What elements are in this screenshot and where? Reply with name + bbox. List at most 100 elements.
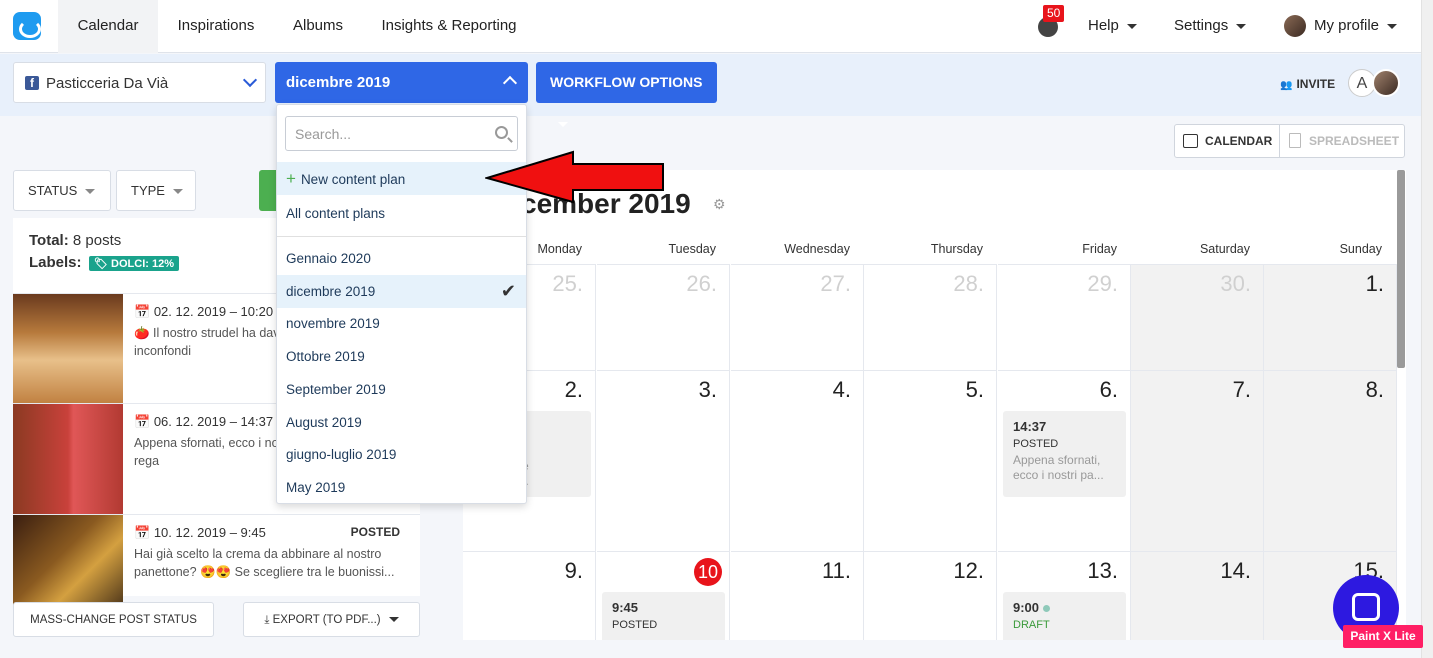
event-status: POSTED (1013, 438, 1059, 450)
day-cell[interactable]: 12. (864, 551, 997, 640)
day-cell[interactable]: 27. (731, 264, 864, 370)
day-cell[interactable]: 29. (998, 264, 1131, 370)
draft-dot-icon (1043, 605, 1051, 613)
day-cell[interactable]: 3. (597, 370, 730, 551)
month-selector[interactable]: dicembre 2019 (275, 62, 528, 103)
calendar-event[interactable]: 14:37 POSTED Appena sfornati, ecco i nos… (1003, 411, 1126, 497)
day-cell[interactable]: 7. (1131, 370, 1264, 551)
spreadsheet-view-button[interactable]: SPREADSHEET (1281, 125, 1405, 157)
event-status: DRAFT (1013, 619, 1050, 631)
export-button[interactable]: ⤓ EXPORT (TO PDF...) (243, 602, 420, 637)
nav-albums[interactable]: Albums (282, 0, 354, 53)
type-filter[interactable]: TYPE (116, 170, 196, 211)
calendar-view-button[interactable]: CALENDAR (1175, 125, 1280, 157)
user-avatar[interactable] (1372, 69, 1400, 97)
month-option[interactable]: May 2019 (277, 471, 526, 504)
label-tag[interactable]: 🏷 DOLCI: 12% (89, 256, 179, 271)
download-icon: ⤓ (264, 614, 273, 626)
day-number: 11. (822, 558, 851, 583)
page-selector[interactable]: f Pasticceria Da Vià (13, 62, 266, 103)
day-cell[interactable]: 6. 14:37 POSTED Appena sfornati, ecco i … (998, 370, 1131, 551)
workflow-label: WORKFLOW OPTIONS (550, 74, 703, 90)
calendar-icon: 📅 (134, 525, 154, 540)
search-input[interactable] (286, 117, 476, 150)
calendar-icon: 📅 (134, 414, 154, 429)
day-header: Saturday (1199, 242, 1250, 256)
paint-x-lite-watermark: Paint X Lite (1343, 625, 1423, 648)
calendar-event[interactable]: 9:45 POSTED (602, 592, 725, 640)
day-cell[interactable]: 5. (864, 370, 997, 551)
workflow-options-button[interactable]: WORKFLOW OPTIONS (536, 62, 717, 127)
post-thumbnail (13, 404, 123, 514)
month-option[interactable]: novembre 2019 (277, 307, 526, 340)
post-date: 📅 02. 12. 2019 – 10:20 (134, 304, 273, 320)
nav-inspirations[interactable]: Inspirations (165, 0, 267, 53)
checkmark-icon: ✔ (500, 281, 516, 301)
top-navigation: Calendar Inspirations Albums Insights & … (0, 0, 1421, 53)
day-number: 13. (1087, 558, 1118, 583)
event-time: 14:37 (1013, 419, 1047, 434)
mass-change-status-button[interactable]: MASS-CHANGE POST STATUS (13, 602, 214, 637)
nav-insights-reporting[interactable]: Insights & Reporting (370, 0, 528, 53)
day-cell[interactable]: 13. 9:00 DRAFT (998, 551, 1131, 640)
status-filter-label: STATUS (28, 183, 78, 198)
month-option-selected[interactable]: dicembre 2019 ✔ (277, 275, 526, 308)
app-logo[interactable] (13, 12, 41, 40)
tag-icon: 🏷 (94, 258, 108, 270)
day-number: 29. (1087, 271, 1118, 296)
chevron-down-icon (1387, 23, 1398, 29)
calendar-scrollbar[interactable] (1397, 170, 1405, 368)
total-label: Total: (29, 232, 69, 249)
day-number: 1. (1365, 271, 1384, 296)
total-posts: Total: 8 posts (29, 232, 121, 249)
status-filter[interactable]: STATUS (13, 170, 111, 211)
day-cell[interactable]: 28. (864, 264, 997, 370)
calendar-grid: cember 2019 ⚙ Monday Tuesday Wednesday T… (463, 170, 1406, 640)
day-cell[interactable]: 4. (731, 370, 864, 551)
settings-menu[interactable]: Settings (1174, 0, 1254, 53)
gear-icon[interactable]: ⚙ (713, 196, 726, 213)
chevron-up-icon (502, 75, 518, 91)
month-label: dicembre 2019 (286, 74, 391, 91)
day-number: 12. (953, 558, 984, 583)
day-cell[interactable]: 1. (1264, 264, 1397, 370)
today-marker: 10 (694, 558, 722, 586)
profile-label: My profile (1314, 17, 1380, 34)
month-option[interactable]: August 2019 (277, 406, 526, 439)
day-cell[interactable]: 8. (1264, 370, 1397, 551)
type-filter-label: TYPE (131, 183, 165, 198)
page-scrollbar[interactable] (1421, 0, 1433, 658)
chevron-down-icon (242, 72, 258, 88)
day-number: 30. (1220, 271, 1251, 296)
month-option[interactable]: giugno-luglio 2019 (277, 438, 526, 471)
day-cell[interactable]: 26. (597, 264, 730, 370)
day-number: 25. (552, 271, 583, 296)
labels-label: Labels: (29, 254, 82, 271)
profile-menu[interactable]: My profile (1314, 0, 1404, 53)
day-number: 27. (820, 271, 851, 296)
day-number: 2. (564, 377, 583, 402)
month-option[interactable]: Gennaio 2020 (277, 242, 526, 275)
search-icon (495, 126, 508, 139)
calendar-event[interactable]: 9:00 DRAFT (1003, 592, 1126, 640)
month-option[interactable]: Ottobre 2019 (277, 340, 526, 373)
profile-avatar[interactable] (1284, 15, 1306, 37)
month-option-label: dicembre 2019 (286, 284, 376, 299)
day-cell[interactable]: 14. (1131, 551, 1264, 640)
day-number: 14. (1220, 558, 1251, 583)
new-plan-label: New content plan (300, 172, 406, 187)
day-cell[interactable]: 11. (731, 551, 864, 640)
month-option[interactable]: September 2019 (277, 373, 526, 406)
invite-button[interactable]: 👥 INVITE (1280, 77, 1335, 91)
nav-calendar[interactable]: Calendar (58, 0, 158, 53)
day-cell[interactable]: 30. (1131, 264, 1264, 370)
calendar-icon: 📅 (134, 304, 154, 319)
day-number: 9. (564, 558, 583, 583)
day-cell[interactable]: 10 9:45 POSTED (597, 551, 730, 640)
chat-icon (1352, 593, 1380, 621)
search-field[interactable] (285, 116, 518, 151)
calendar-view-label: CALENDAR (1205, 134, 1273, 148)
day-cell[interactable]: 9. (463, 551, 596, 640)
help-menu[interactable]: Help (1088, 0, 1148, 53)
event-time: 9:45 (612, 600, 639, 615)
